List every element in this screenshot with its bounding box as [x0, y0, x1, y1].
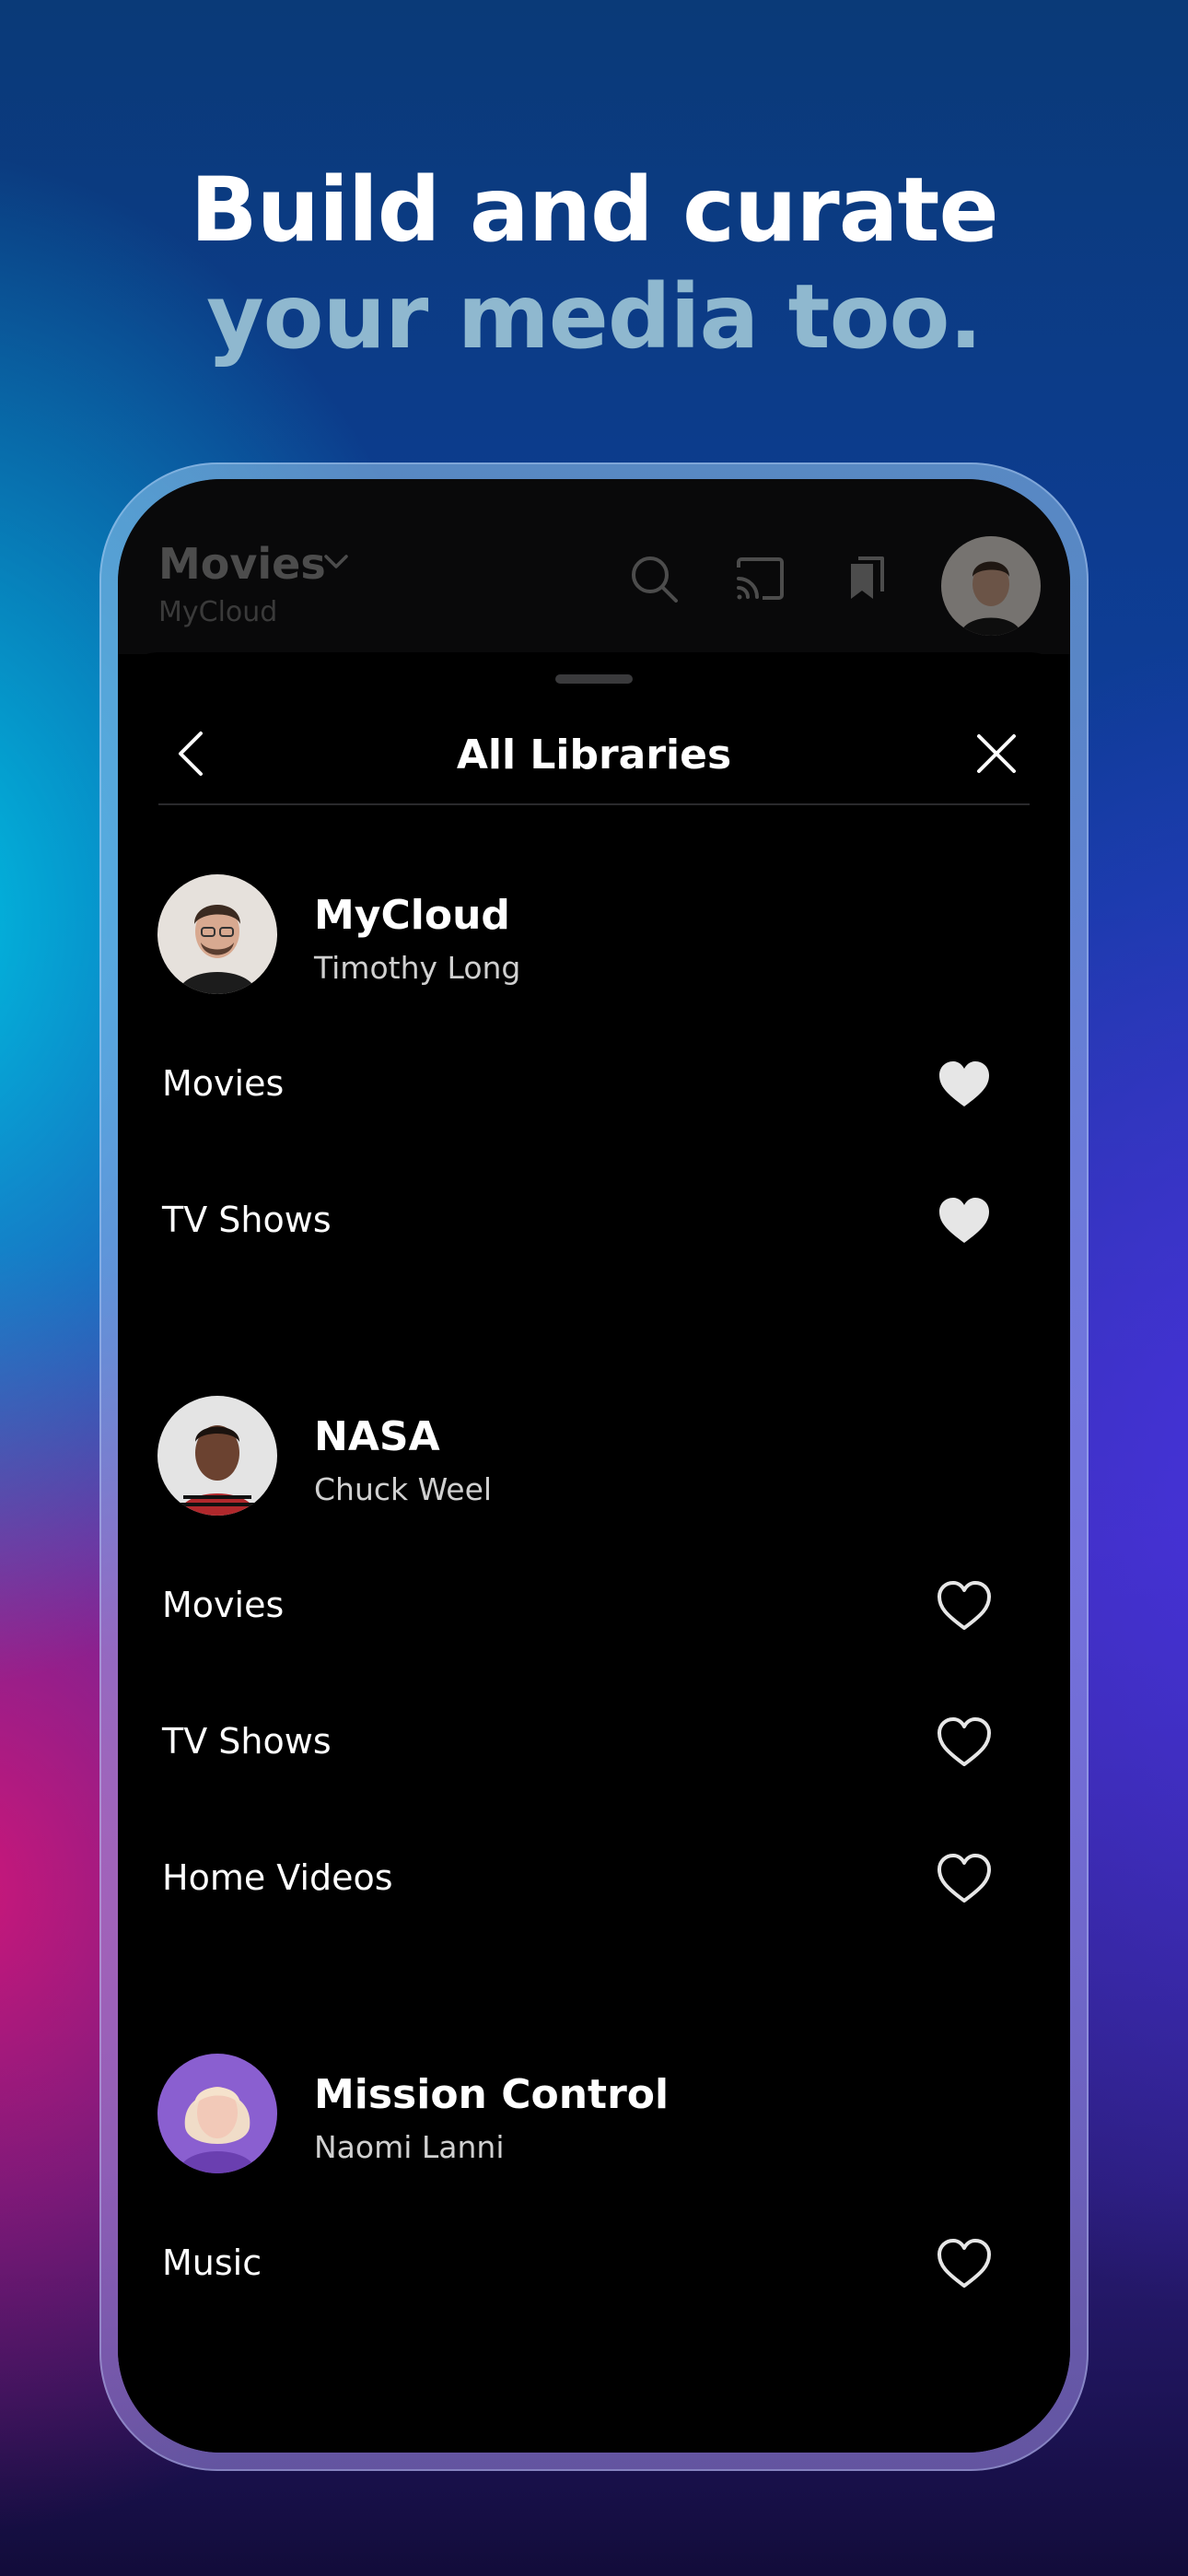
library-row[interactable]: Home Videos [118, 1811, 1070, 1948]
sheet-grabber[interactable] [555, 674, 633, 684]
server-owner: Timothy Long [314, 950, 521, 986]
library-label: Movies [162, 1585, 285, 1625]
app-bar: Movies MyCloud [118, 479, 1070, 654]
library-label: Home Videos [162, 1857, 393, 1898]
heart-filled-icon[interactable] [936, 1193, 993, 1250]
heart-filled-icon[interactable] [936, 1057, 993, 1114]
server-name: MyCloud [314, 892, 510, 939]
server-owner: Chuck Weel [314, 1471, 493, 1507]
headline: Build and curate your media too. [0, 157, 1188, 370]
phone-screen: Movies MyCloud All Libraries MyCloud Tim… [118, 479, 1070, 2453]
server-avatar [157, 874, 277, 994]
libraries-sheet: All Libraries MyCloud Timothy Long Movie… [118, 652, 1070, 2453]
library-label: TV Shows [162, 1200, 332, 1240]
library-row[interactable]: Music [118, 2196, 1070, 2333]
chevron-down-icon[interactable] [322, 553, 350, 571]
profile-avatar[interactable] [941, 536, 1041, 636]
library-row[interactable]: TV Shows [118, 1153, 1070, 1290]
library-row[interactable]: TV Shows [118, 1675, 1070, 1811]
server-owner: Naomi Lanni [314, 2129, 505, 2165]
server-name: Mission Control [314, 2071, 670, 2118]
sheet-header: All Libraries [118, 698, 1070, 809]
server-avatar-image [157, 2054, 277, 2173]
heart-outline-icon[interactable] [936, 1851, 993, 1908]
server-mission-control[interactable]: Mission Control Naomi Lanni [118, 2031, 1070, 2196]
library-label: Music [162, 2242, 262, 2283]
close-icon [977, 734, 1016, 773]
server-avatar-image [157, 874, 277, 994]
headline-line-1: Build and curate [190, 158, 998, 262]
libraries-list: MyCloud Timothy Long Movies TV Shows NAS… [118, 805, 1070, 2333]
library-title[interactable]: Movies [158, 539, 326, 589]
server-avatar-image [157, 1396, 277, 1516]
library-label: Movies [162, 1063, 285, 1104]
library-row[interactable]: Movies [118, 1539, 1070, 1675]
server-avatar [157, 2054, 277, 2173]
server-name: NASA [314, 1413, 440, 1460]
close-button[interactable] [969, 726, 1024, 781]
server-nasa[interactable]: NASA Chuck Weel [118, 1373, 1070, 1539]
headline-line-2: your media too. [206, 265, 983, 369]
sheet-title: All Libraries [456, 732, 732, 779]
search-icon[interactable] [626, 551, 683, 608]
heart-outline-icon[interactable] [936, 2236, 993, 2293]
library-row[interactable]: Movies [118, 1017, 1070, 1153]
bookmarks-icon[interactable] [836, 551, 893, 608]
library-subtitle: MyCloud [158, 596, 278, 628]
server-avatar [157, 1396, 277, 1516]
heart-outline-icon[interactable] [936, 1715, 993, 1772]
heart-outline-icon[interactable] [936, 1578, 993, 1635]
cast-icon[interactable] [731, 551, 788, 608]
library-label: TV Shows [162, 1721, 332, 1762]
server-mycloud[interactable]: MyCloud Timothy Long [118, 851, 1070, 1017]
profile-avatar-image [941, 536, 1041, 636]
